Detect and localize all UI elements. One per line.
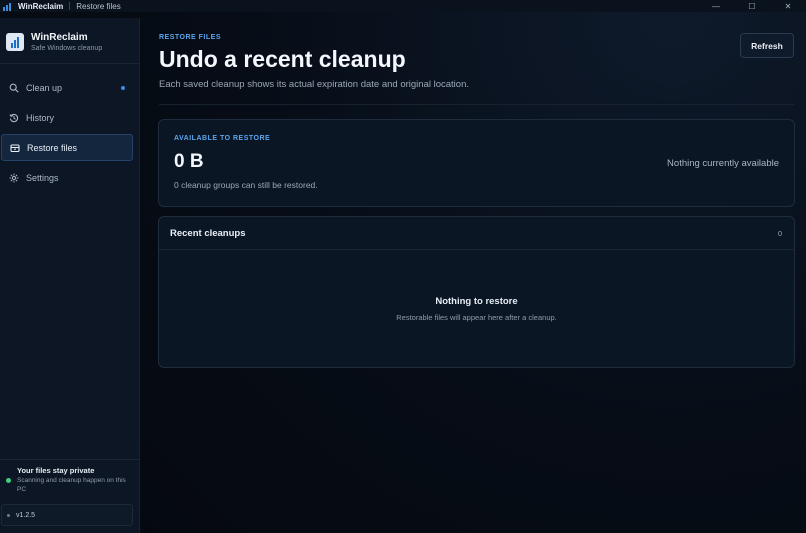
version-badge: v1.2.5 (1, 504, 133, 526)
version-dot (7, 513, 10, 517)
maximize-button[interactable]: ☐ (734, 0, 770, 12)
close-button[interactable]: ✕ (770, 0, 806, 12)
sidebar-item-label: Clean up (26, 82, 63, 93)
sidebar-item-restore-files[interactable]: Restore files (1, 134, 133, 161)
titlebar-separator (69, 2, 71, 10)
search-icon (9, 83, 19, 93)
sidebar-divider (0, 63, 139, 64)
recent-cleanups-count: 0 (777, 229, 782, 238)
brand-name: WinReclaim (31, 32, 88, 43)
gear-icon (9, 173, 19, 183)
sidebar-item-history[interactable]: History (1, 104, 133, 131)
title-bar: WinReclaim Restore files — ☐ ✕ (0, 0, 806, 12)
minimize-button[interactable]: — (698, 0, 734, 12)
window-controls: — ☐ ✕ (698, 0, 806, 12)
privacy-note: Your files stay private Scanning and cle… (0, 459, 139, 494)
page-title: Undo a recent cleanup (159, 46, 406, 72)
refresh-button[interactable]: Refresh (740, 33, 794, 58)
sidebar-item-label: History (26, 112, 55, 123)
titlebar-app-name: WinReclaim (18, 1, 64, 11)
recent-cleanups-title: Recent cleanups (170, 228, 246, 239)
restore-summary-card: AVAILABLE TO RESTORE 0 B 0 cleanup group… (158, 119, 795, 207)
summary-value: 0 B (174, 151, 204, 172)
sidebar-item-settings[interactable]: Settings (1, 164, 133, 191)
sidebar: WinReclaim Safe Windows cleanup Clean up… (0, 18, 140, 533)
brand-tagline: Safe Windows cleanup (31, 45, 103, 52)
version-label: v1.2.5 (16, 511, 36, 519)
sidebar-item-label: Settings (26, 172, 59, 183)
status-ok-dot (6, 478, 11, 483)
summary-status: Nothing currently available (667, 158, 779, 169)
sidebar-item-label: Restore files (27, 142, 78, 153)
summary-label: AVAILABLE TO RESTORE (174, 135, 271, 142)
brand: WinReclaim Safe Windows cleanup (6, 32, 102, 52)
notification-dot (121, 86, 125, 90)
privacy-title: Your files stay private (17, 466, 95, 475)
sidebar-item-clean-up[interactable]: Clean up (1, 74, 133, 101)
main-divider (159, 104, 794, 105)
titlebar-page-name: Restore files (76, 1, 121, 11)
empty-state-text: Restorable files will appear here after … (396, 313, 557, 322)
empty-state-title: Nothing to restore (435, 296, 518, 307)
privacy-text: Scanning and cleanup happen on this PC (17, 477, 126, 493)
app-icon (3, 1, 13, 11)
history-icon (9, 113, 19, 123)
recent-cleanups-card: Recent cleanups 0 Nothing to restore Res… (158, 216, 795, 368)
summary-caption: 0 cleanup groups can still be restored. (174, 180, 318, 190)
page-eyebrow: RESTORE FILES (159, 34, 221, 41)
main-content: RESTORE FILES Undo a recent cleanup Each… (141, 12, 806, 533)
recent-cleanups-header: Recent cleanups 0 (159, 217, 794, 250)
sidebar-nav: Clean up History Restore files Settings (1, 74, 133, 194)
restore-icon (10, 143, 20, 153)
brand-logo-icon (6, 33, 24, 51)
page-subtitle: Each saved cleanup shows its actual expi… (159, 79, 469, 90)
